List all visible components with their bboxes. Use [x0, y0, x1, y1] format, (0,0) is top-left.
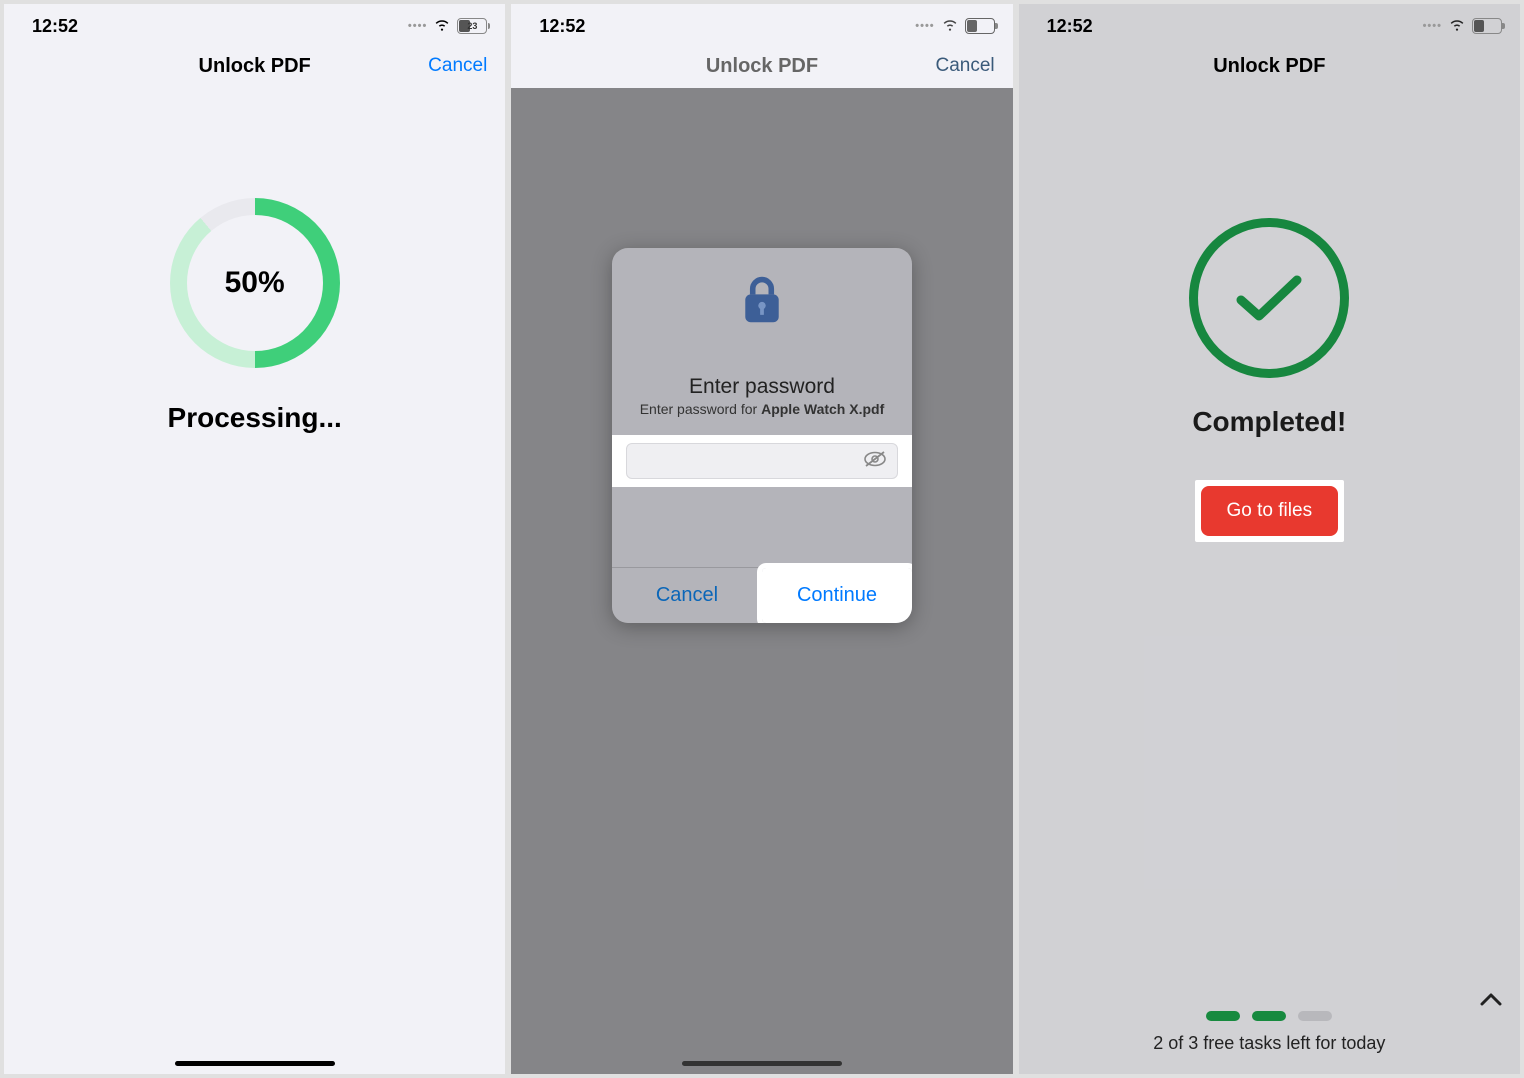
- nav-bar: Unlock PDF Cancel: [4, 44, 505, 88]
- progress-percent: 50%: [187, 215, 323, 351]
- battery-icon: 23: [457, 18, 487, 34]
- status-bar: 12:52 •••• 23: [4, 4, 505, 44]
- cellular-dots-icon: ••••: [408, 20, 427, 32]
- status-time: 12:52: [1047, 16, 1093, 37]
- status-icons: ••••: [1423, 15, 1502, 38]
- status-time: 12:52: [539, 16, 585, 37]
- home-indicator[interactable]: [175, 1061, 335, 1066]
- modal-continue-button[interactable]: Continue: [762, 568, 912, 623]
- modal-sub-filename: Apple Watch X.pdf: [761, 401, 884, 417]
- cancel-button[interactable]: Cancel: [936, 55, 995, 77]
- home-indicator[interactable]: [682, 1061, 842, 1066]
- password-input[interactable]: [637, 452, 863, 470]
- cancel-button[interactable]: Cancel: [428, 55, 487, 77]
- eye-off-icon[interactable]: [863, 450, 887, 473]
- page-title: Unlock PDF: [706, 55, 818, 78]
- wifi-icon: [433, 15, 451, 38]
- status-bar: 12:52 ••••: [511, 4, 1012, 44]
- screen-processing: 12:52 •••• 23 Unlock PDF Cancel 50% Proc…: [4, 4, 505, 1074]
- processing-label: Processing...: [168, 402, 342, 434]
- battery-icon: [965, 18, 995, 34]
- nav-bar: Unlock PDF Cancel: [511, 44, 1012, 88]
- password-content: Enter password Enter password for Apple …: [511, 88, 1012, 1074]
- modal-buttons: Cancel Continue: [612, 567, 912, 623]
- modal-title: Enter password: [689, 375, 835, 399]
- wifi-icon: [1448, 15, 1466, 38]
- modal-subtitle: Enter password for Apple Watch X.pdf: [640, 401, 885, 417]
- lock-icon: [739, 274, 785, 331]
- modal-cancel-button[interactable]: Cancel: [612, 568, 762, 623]
- tasks-bar: 2 of 3 free tasks left for today: [1019, 1011, 1520, 1054]
- password-modal: Enter password Enter password for Apple …: [612, 248, 912, 623]
- status-bar: 12:52 ••••: [1019, 4, 1520, 44]
- page-title: Unlock PDF: [199, 55, 311, 78]
- cellular-dots-icon: ••••: [1423, 20, 1442, 32]
- screen-enter-password: 12:52 •••• Unlock PDF Cancel: [511, 4, 1012, 1074]
- completed-label: Completed!: [1189, 406, 1349, 438]
- nav-bar: Unlock PDF: [1019, 44, 1520, 88]
- status-time: 12:52: [32, 16, 78, 37]
- status-icons: •••• 23: [408, 15, 487, 38]
- completed-content: Completed! Go to files 2 of 3 free tasks…: [1019, 88, 1520, 1074]
- screen-completed: 12:52 •••• Unlock PDF Completed! Go to f…: [1019, 4, 1520, 1074]
- cellular-dots-icon: ••••: [915, 20, 934, 32]
- task-pill-done: [1252, 1011, 1286, 1021]
- password-row: [612, 435, 912, 487]
- task-pill-remaining: [1298, 1011, 1332, 1021]
- page-title: Unlock PDF: [1213, 55, 1325, 78]
- progress-ring: 50%: [170, 198, 340, 368]
- success-check-icon: [1189, 218, 1349, 378]
- processing-content: 50% Processing...: [4, 88, 505, 1074]
- modal-sub-prefix: Enter password for: [640, 401, 761, 417]
- modal-backdrop[interactable]: Enter password Enter password for Apple …: [511, 88, 1012, 1074]
- tasks-text: 2 of 3 free tasks left for today: [1019, 1033, 1520, 1054]
- battery-icon: [1472, 18, 1502, 34]
- task-pill-done: [1206, 1011, 1240, 1021]
- chevron-up-icon[interactable]: [1480, 986, 1502, 1012]
- status-icons: ••••: [915, 15, 994, 38]
- go-to-files-button[interactable]: Go to files: [1201, 486, 1339, 536]
- task-pills: [1019, 1011, 1520, 1021]
- wifi-icon: [941, 15, 959, 38]
